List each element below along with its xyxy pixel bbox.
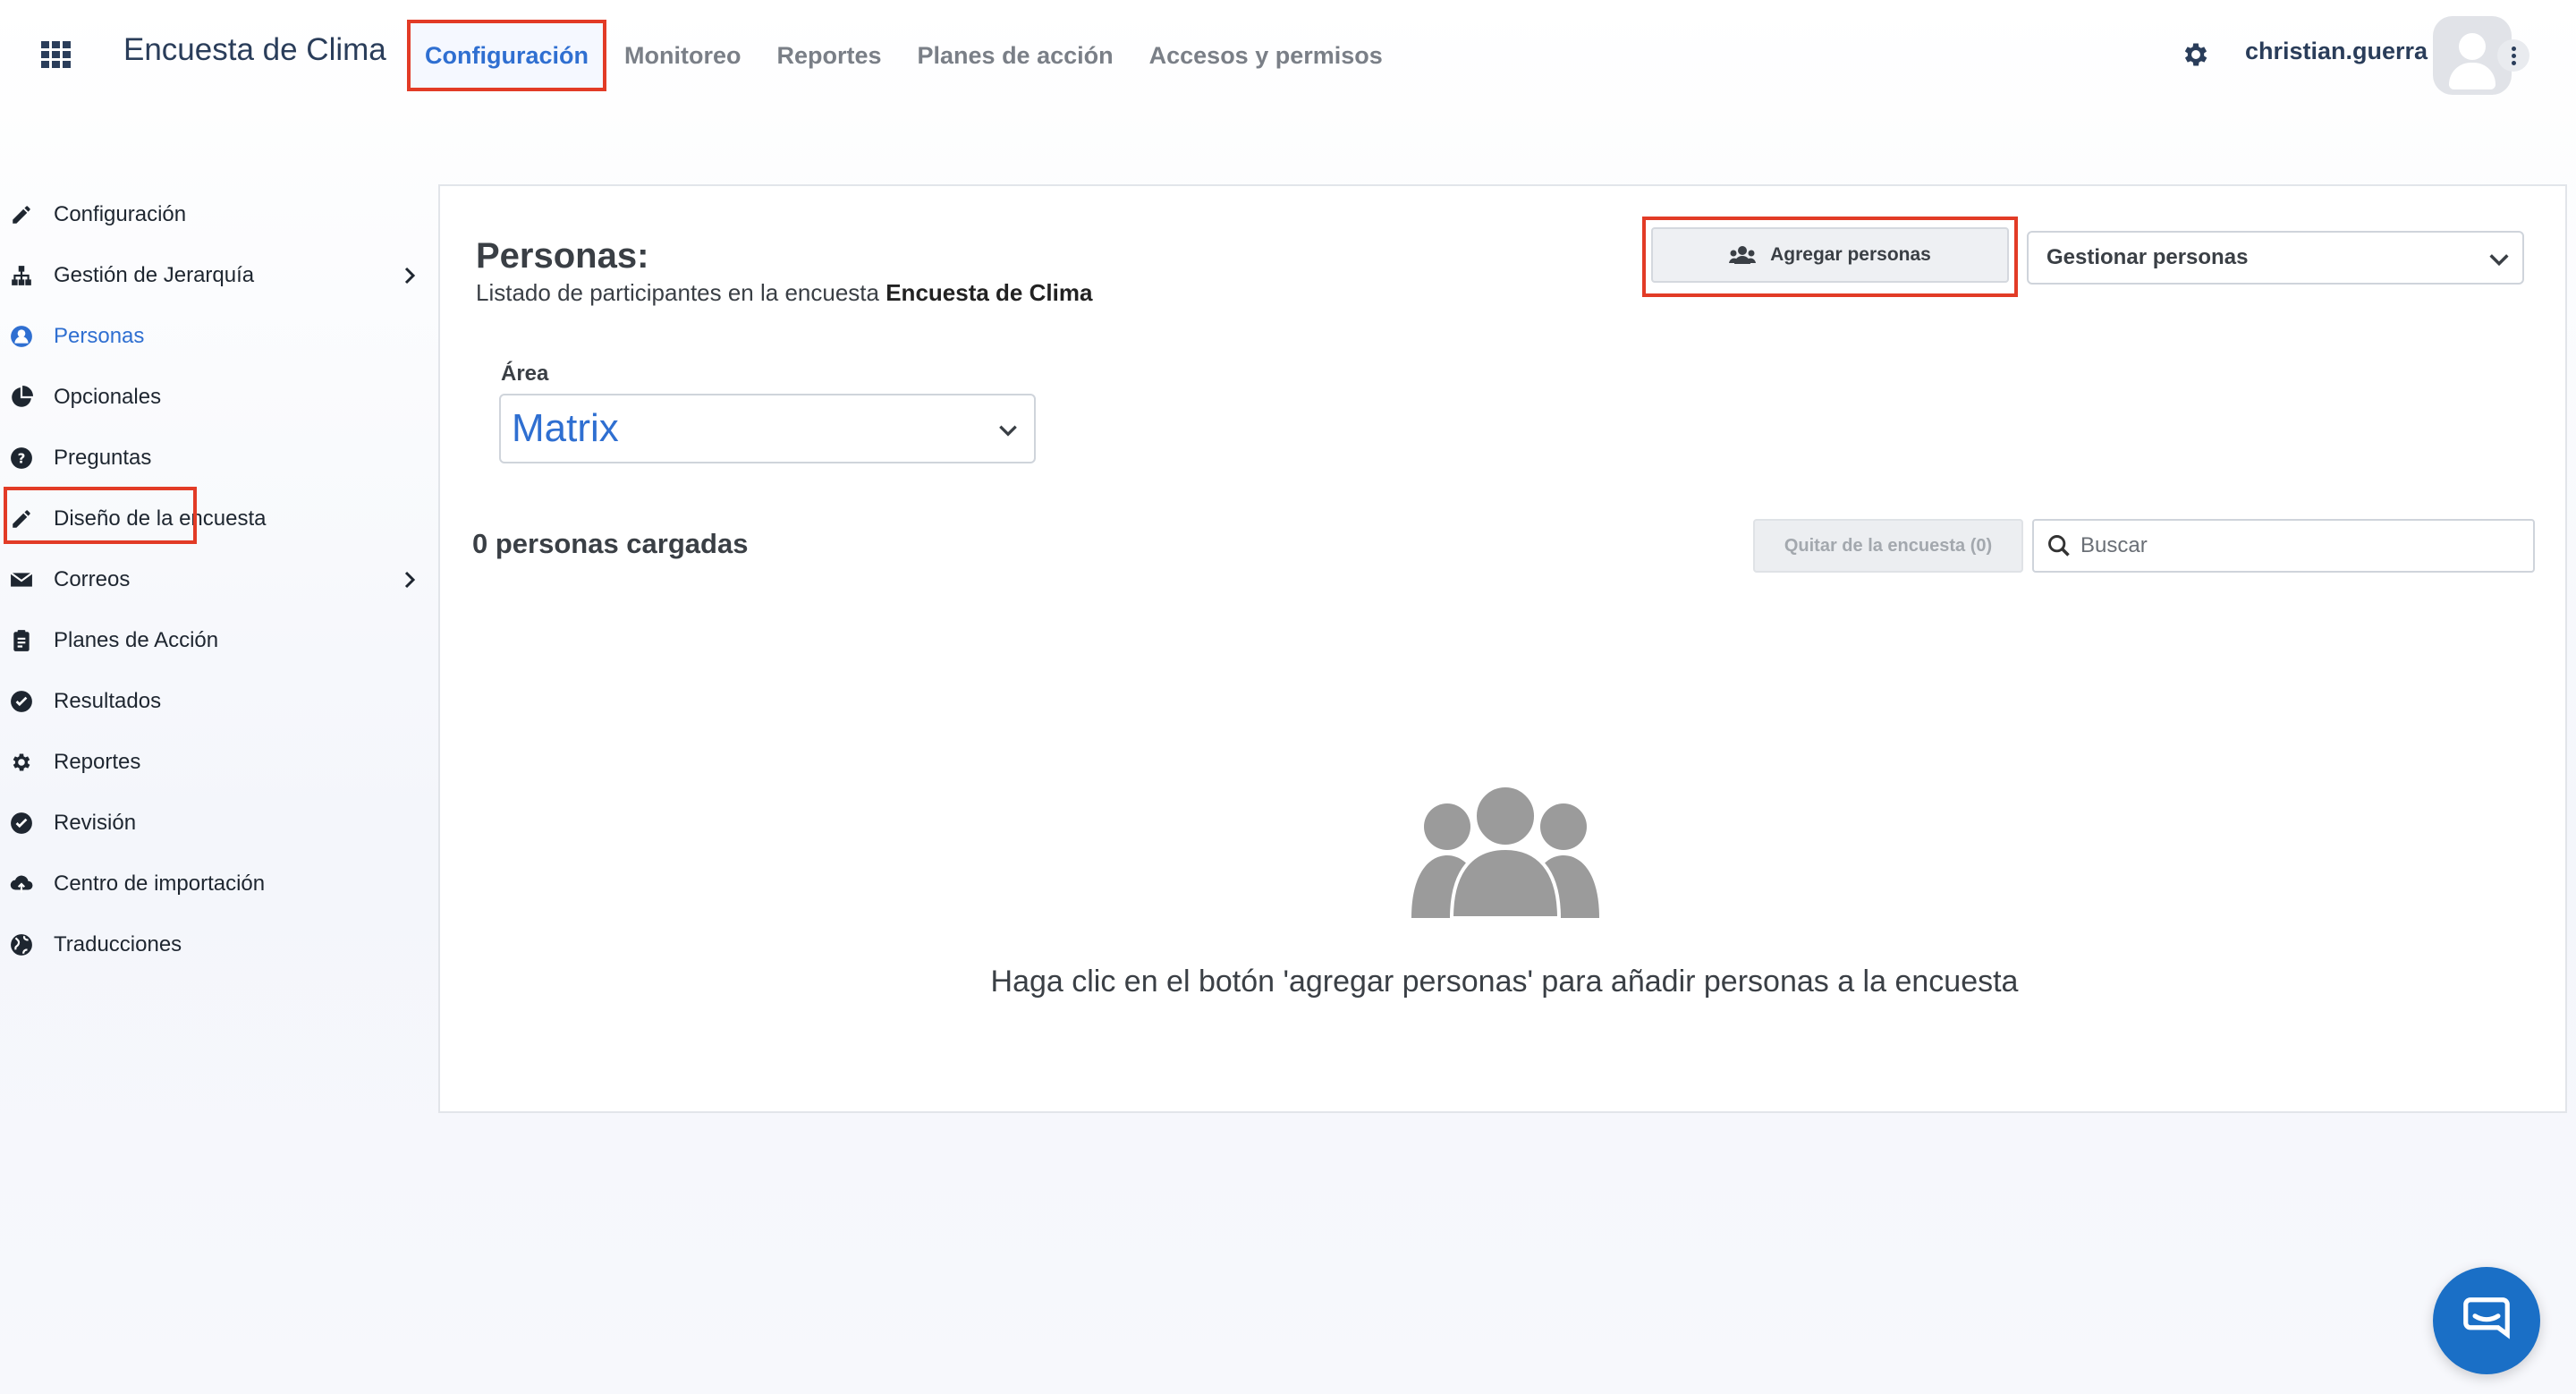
main-nav: Configuración Monitoreo Reportes Planes …: [407, 20, 1401, 91]
envelope-icon: [9, 567, 34, 592]
apps-grid-icon[interactable]: [41, 41, 72, 68]
check-circle-icon: [9, 811, 34, 836]
nav-tab-reportes[interactable]: Reportes: [758, 20, 899, 91]
gear-icon: [9, 750, 34, 775]
avatar-head: [2459, 33, 2486, 60]
sidebar-item-traducciones[interactable]: Traducciones: [0, 914, 429, 975]
search-input[interactable]: [2032, 519, 2535, 573]
search-icon: [2048, 535, 2070, 557]
top-navigation-bar: Encuesta de Clima Configuración Monitore…: [0, 0, 2576, 116]
sidebar-item-label: Reportes: [54, 750, 141, 774]
nav-tab-label: Reportes: [776, 41, 882, 69]
nav-tab-label: Accesos y permisos: [1148, 41, 1383, 69]
sidebar-item-label: Revisión: [54, 811, 137, 835]
sidebar-item-configuracion[interactable]: Configuración: [0, 184, 429, 245]
sidebar-item-label: Opcionales: [54, 385, 162, 409]
subtitle-survey-name: Encuesta de Clima: [886, 279, 1093, 306]
sidebar-item-label: Personas: [54, 324, 145, 348]
sidebar-item-label: Preguntas: [54, 446, 152, 470]
pencil-icon: [9, 202, 34, 227]
manage-people-label: Gestionar personas: [2046, 245, 2249, 269]
sidebar-item-label: Centro de importación: [54, 871, 266, 896]
subtitle-text: Listado de participantes en la encuesta: [476, 279, 879, 306]
settings-gear-icon[interactable]: [2181, 39, 2211, 70]
people-count: 0 personas cargadas: [472, 528, 749, 559]
nav-tab-accesos-y-permisos[interactable]: Accesos y permisos: [1131, 20, 1401, 91]
sidebar-item-label: Traducciones: [54, 932, 182, 956]
manage-people-dropdown[interactable]: Gestionar personas: [2027, 231, 2524, 285]
user-menu-kebab-icon[interactable]: [2497, 39, 2529, 72]
sitemap-icon: [9, 263, 34, 288]
cloud-upload-icon: [9, 871, 34, 897]
users-icon: [1729, 246, 1757, 264]
pie-icon: [9, 385, 34, 410]
sidebar-item-label: Resultados: [54, 689, 162, 713]
sidebar-item-resultados[interactable]: Resultados: [0, 671, 429, 732]
area-select[interactable]: Matrix: [499, 394, 1036, 463]
sidebar-item-label: Gestión de Jerarquía: [54, 263, 255, 287]
chat-launcher-button[interactable]: [2433, 1267, 2540, 1374]
nav-tab-configuracion[interactable]: Configuración: [407, 20, 606, 91]
remove-from-survey-button[interactable]: Quitar de la encuesta (0): [1753, 519, 2023, 573]
empty-state-message: Haga clic en el botón 'agregar personas'…: [990, 965, 2019, 999]
app-title[interactable]: Encuesta de Clima: [123, 32, 386, 68]
page-subtitle: Listado de participantes en la encuesta …: [476, 279, 1092, 307]
chevron-down-icon: [2489, 254, 2509, 267]
area-selected-value: Matrix: [512, 406, 619, 450]
avatar-body: [2449, 63, 2496, 89]
chevron-right-icon[interactable]: [399, 265, 420, 286]
sidebar-item-opcionales[interactable]: Opcionales: [0, 367, 429, 428]
nav-tab-label: Monitoreo: [624, 41, 741, 69]
chevron-down-icon: [999, 425, 1017, 437]
nav-tab-label: Configuración: [425, 41, 589, 69]
sidebar-item-planes-de-accion[interactable]: Planes de Acción: [0, 610, 429, 671]
sidebar: Configuración Gestión de Jerarquía Perso…: [0, 184, 429, 975]
question-icon: ?: [9, 446, 34, 471]
personas-panel: Personas: Listado de participantes en la…: [438, 184, 2567, 1113]
user-name[interactable]: christian.guerra: [2245, 38, 2428, 65]
user-icon: [9, 324, 34, 349]
sidebar-item-gestion-de-jerarquia[interactable]: Gestión de Jerarquía: [0, 245, 429, 306]
area-label: Área: [501, 361, 549, 386]
chat-icon: [2463, 1297, 2510, 1339]
nav-tab-label: Planes de acción: [917, 41, 1114, 69]
sidebar-item-revision[interactable]: Revisión: [0, 793, 429, 854]
sidebar-item-correos[interactable]: Correos: [0, 549, 429, 610]
svg-text:?: ?: [18, 450, 26, 466]
clipboard-icon: [9, 628, 34, 653]
sidebar-item-personas[interactable]: Personas: [0, 306, 429, 367]
page-title: Personas:: [476, 236, 649, 276]
chevron-right-icon[interactable]: [399, 569, 420, 591]
nav-tab-monitoreo[interactable]: Monitoreo: [606, 20, 758, 91]
add-people-button[interactable]: Agregar personas: [1651, 227, 2009, 283]
sidebar-item-label: Configuración: [54, 202, 187, 226]
sidebar-item-centro-de-importacion[interactable]: Centro de importación: [0, 854, 429, 914]
add-people-label: Agregar personas: [1770, 244, 1931, 265]
sidebar-item-preguntas[interactable]: ? Preguntas: [0, 428, 429, 489]
active-item-highlight: [4, 487, 197, 544]
sidebar-item-label: Planes de Acción: [54, 628, 219, 652]
sidebar-item-label: Correos: [54, 567, 131, 591]
people-group-icon: [1411, 784, 1599, 918]
globe-icon: [9, 932, 34, 957]
nav-tab-planes-de-accion[interactable]: Planes de acción: [900, 20, 1131, 91]
sidebar-item-reportes[interactable]: Reportes: [0, 732, 429, 793]
check-circle-icon: [9, 689, 34, 714]
